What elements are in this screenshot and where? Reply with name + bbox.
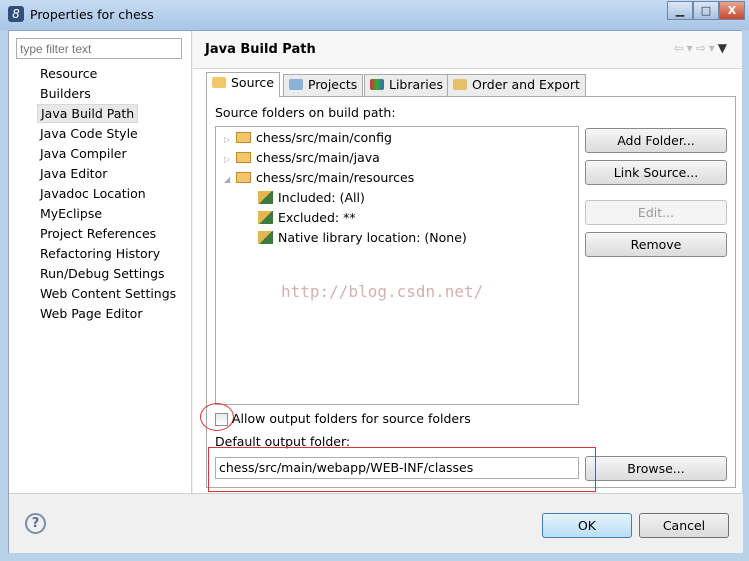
minimize-button[interactable]: ▁: [667, 1, 693, 20]
add-folder-button[interactable]: Add Folder...: [585, 128, 727, 153]
tree-item[interactable]: ▷ chess/src/main/java: [224, 148, 380, 168]
sidebar-item[interactable]: Java Code Style: [37, 124, 141, 143]
filter-icon: [258, 231, 273, 244]
libraries-icon: [370, 79, 384, 90]
cancel-button[interactable]: Cancel: [639, 513, 729, 538]
tab-label: Libraries: [389, 77, 443, 92]
tree-item[interactable]: Excluded: **: [258, 208, 356, 228]
remove-button[interactable]: Remove: [585, 232, 727, 257]
edit-button[interactable]: Edit...: [585, 200, 727, 225]
back-icon[interactable]: ⇦▾: [674, 41, 696, 55]
collapse-icon[interactable]: ◢: [224, 170, 236, 190]
tree-item[interactable]: Native library location: (None): [258, 228, 467, 248]
dialog-body: ResourceBuildersJava Build PathJava Code…: [8, 30, 743, 553]
window-title: Properties for chess: [30, 7, 154, 22]
button-bar: ? OK Cancel: [9, 493, 743, 553]
filter-input[interactable]: [16, 38, 182, 59]
filter-icon: [258, 211, 273, 224]
help-icon[interactable]: ?: [25, 513, 46, 534]
tab-projects[interactable]: Projects: [283, 74, 364, 96]
allow-output-label: Allow output folders for source folders: [232, 411, 471, 426]
title-bar: 8 Properties for chess ▁ □ X: [0, 0, 749, 30]
sidebar-item[interactable]: Run/Debug Settings: [37, 264, 168, 283]
sidebar-item[interactable]: Resource: [37, 64, 100, 83]
tab-libraries[interactable]: Libraries: [364, 74, 449, 96]
link-source-button[interactable]: Link Source...: [585, 160, 727, 185]
source-tab-panel: Source folders on build path: ▷ chess/src…: [200, 96, 736, 492]
order-arrows-icon: [453, 79, 467, 90]
sidebar-item[interactable]: Java Build Path: [37, 104, 139, 123]
project-folder-icon: [289, 79, 303, 90]
tree-item-label: Included: (All): [278, 190, 365, 205]
filter-icon: [258, 191, 273, 204]
tree-item[interactable]: Included: (All): [258, 188, 365, 208]
package-folder-icon: [236, 172, 251, 183]
sidebar-item[interactable]: Javadoc Location: [37, 184, 149, 203]
source-folder-icon: [212, 77, 226, 88]
sidebar-item[interactable]: Builders: [37, 84, 94, 103]
tab-label: Order and Export: [472, 77, 580, 92]
sidebar-item[interactable]: Web Page Editor: [37, 304, 145, 323]
sidebar-item[interactable]: Web Content Settings: [37, 284, 179, 303]
annotation-rectangle: [208, 447, 596, 492]
eclipse-app-icon: 8: [8, 6, 24, 22]
history-nav[interactable]: ⇦▾⇨▾▼: [674, 41, 730, 55]
sidebar-item[interactable]: Java Editor: [37, 164, 110, 183]
expand-icon[interactable]: ▷: [224, 130, 236, 150]
watermark: http://blog.csdn.net/: [281, 282, 484, 301]
sidebar-item[interactable]: Java Compiler: [37, 144, 130, 163]
source-folder-tree[interactable]: ▷ chess/src/main/config ▷ chess/src/main/ja…: [215, 126, 579, 405]
tree-item-label: Native library location: (None): [278, 230, 467, 245]
property-page: Java Build Path ⇦▾⇨▾▼ Source Projects Li…: [193, 31, 742, 493]
source-folders-label: Source folders on build path:: [215, 105, 396, 120]
page-title: Java Build Path: [205, 42, 316, 57]
package-folder-icon: [236, 132, 251, 143]
tree-item-label: Excluded: **: [278, 210, 356, 225]
sidebar-item[interactable]: Project References: [37, 224, 159, 243]
menu-icon[interactable]: ▼: [718, 41, 730, 55]
browse-button[interactable]: Browse...: [585, 456, 727, 481]
tab-label: Projects: [308, 77, 358, 92]
sidebar-item[interactable]: MyEclipse: [37, 204, 105, 223]
close-button[interactable]: X: [719, 1, 745, 20]
ok-button[interactable]: OK: [542, 513, 632, 538]
package-folder-icon: [236, 152, 251, 163]
forward-icon[interactable]: ⇨▾: [696, 41, 718, 55]
tab-source[interactable]: Source: [206, 72, 280, 97]
tab-label: Source: [231, 75, 274, 90]
tree-item-label: chess/src/main/java: [256, 150, 380, 165]
tree-item-label: chess/src/main/resources: [256, 170, 415, 185]
sidebar-item[interactable]: Refactoring History: [37, 244, 163, 263]
tree-item-label: chess/src/main/config: [256, 130, 392, 145]
sidebar: ResourceBuildersJava Build PathJava Code…: [9, 31, 192, 493]
allow-output-checkbox[interactable]: [215, 413, 228, 426]
tab-order-export[interactable]: Order and Export: [447, 74, 586, 96]
tree-item[interactable]: ◢ chess/src/main/resources: [224, 168, 414, 188]
divider: [193, 68, 742, 69]
expand-icon[interactable]: ▷: [224, 150, 236, 170]
maximize-button[interactable]: □: [693, 1, 719, 20]
tree-item[interactable]: ▷ chess/src/main/config: [224, 128, 392, 148]
